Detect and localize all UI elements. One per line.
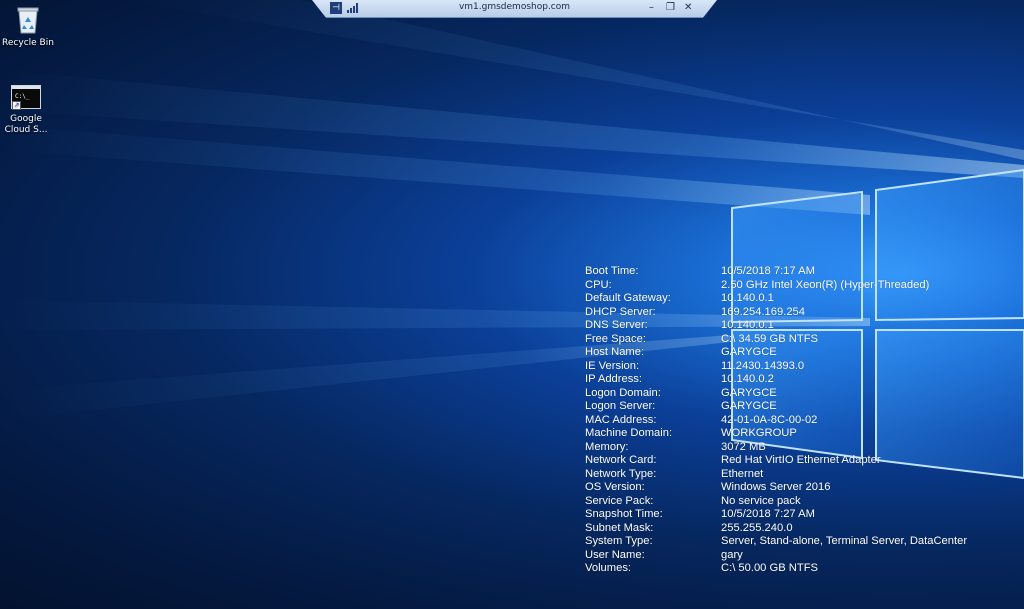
bginfo-label: System Type: <box>585 535 653 547</box>
bginfo-value: gary <box>721 548 743 561</box>
bginfo-value: GARYGCE <box>721 386 777 399</box>
bginfo-row: DHCP Server: 169.254.169.254 <box>585 306 967 320</box>
bginfo-value: 10/5/2018 7:27 AM <box>721 508 815 520</box>
bginfo-value: 10/5/2018 7:17 AM <box>721 265 815 277</box>
bginfo-value: 11.2430.14393.0 <box>721 359 805 372</box>
bginfo-label: Memory: <box>585 440 629 453</box>
recycle-bin-icon <box>16 6 40 34</box>
restore-button[interactable]: ❐ <box>666 1 675 15</box>
bginfo-value: 10.140.0.1 <box>721 292 774 304</box>
bginfo-label: Snapshot Time: <box>585 508 663 520</box>
bginfo-label: IP Address: <box>585 373 643 385</box>
bginfo-label: User Name: <box>585 548 645 561</box>
bginfo-row: Volumes: C:\ 50.00 GB NTFS <box>585 562 967 576</box>
bginfo-value: Ethernet <box>721 467 764 480</box>
bginfo-row: DNS Server: 10.140.0.1 <box>585 319 967 333</box>
bginfo-value: 3072 MB <box>721 440 766 453</box>
minimize-button[interactable]: – <box>649 1 654 15</box>
desktop-icon-recycle-bin[interactable]: Recycle Bin <box>0 6 58 49</box>
desktop-icon-label: Google Cloud S... <box>4 114 48 135</box>
bginfo-label: Logon Server: <box>585 400 656 412</box>
bginfo-label: IE Version: <box>585 359 640 372</box>
bginfo-row: CPU: 2.50 GHz Intel Xeon(R) (Hyper-Thread… <box>585 279 967 293</box>
bginfo-row: Default Gateway: 10.140.0.1 <box>585 292 967 306</box>
bginfo-row: IP Address: 10.140.0.2 <box>585 373 967 387</box>
desktop-icon-label: Recycle Bin <box>2 38 54 48</box>
bginfo-row: System Type: Server, Stand-alone, Termina… <box>585 535 967 549</box>
bginfo-row: User Name: gary <box>585 549 967 563</box>
command-prompt-shortcut-icon: C:\_ ↗ <box>11 85 41 110</box>
bginfo-label: Boot Time: <box>585 265 639 277</box>
bginfo-value: Server, Stand-alone, Terminal Server, Da… <box>721 535 968 547</box>
bginfo-row: Host Name: GARYGCE <box>585 346 967 360</box>
bginfo-label: Network Card: <box>585 454 657 466</box>
bginfo-row: Network Type: Ethernet <box>585 468 967 482</box>
bginfo-label: Subnet Mask: <box>585 521 654 534</box>
bginfo-row: MAC Address: 42-01-0A-8C-00-02 <box>585 414 967 428</box>
bginfo-label: MAC Address: <box>585 413 657 426</box>
bginfo-value: 255.255.240.0 <box>721 521 793 534</box>
bginfo-value: 42-01-0A-8C-00-02 <box>721 413 818 426</box>
bginfo-label: Free Space: <box>585 332 646 345</box>
bginfo-label: Service Pack: <box>585 494 654 507</box>
bginfo-value: Windows Server 2016 <box>721 481 831 493</box>
bginfo-value: No service pack <box>721 494 801 507</box>
bginfo-label: Default Gateway: <box>585 292 671 304</box>
bginfo-value: Red Hat VirtIO Ethernet Adapter <box>721 454 881 466</box>
bginfo-value: GARYGCE <box>721 400 777 412</box>
bginfo-row: Network Card: Red Hat VirtIO Ethernet Ada… <box>585 454 967 468</box>
light-beam <box>0 70 1024 178</box>
bginfo-label: Machine Domain: <box>585 427 673 439</box>
bginfo-label: DHCP Server: <box>585 305 656 318</box>
bginfo-value: 169.254.169.254 <box>721 305 805 318</box>
bginfo-value: GARYGCE <box>721 346 777 358</box>
bginfo-value: C:\ 34.59 GB NTFS <box>721 332 818 345</box>
bginfo-panel: Boot Time: 10/5/2018 7:17 AM CPU: 2.50 GHz … <box>585 265 967 576</box>
desktop-icon-google-cloud-sdk[interactable]: C:\_ ↗ Google Cloud S... <box>0 85 56 136</box>
bginfo-label: OS Version: <box>585 481 645 493</box>
light-beam <box>120 0 1024 160</box>
bginfo-row: OS Version: Windows Server 2016 <box>585 481 967 495</box>
bginfo-label: Volumes: <box>585 562 632 574</box>
bginfo-label: Logon Domain: <box>585 386 661 399</box>
close-button[interactable]: ✕ <box>684 1 692 15</box>
bginfo-value: C:\ 50.00 GB NTFS <box>721 562 818 574</box>
bginfo-label: CPU: <box>585 278 612 291</box>
bginfo-label: Host Name: <box>585 346 645 358</box>
bginfo-value: 2.50 GHz Intel Xeon(R) (Hyper-Threaded) <box>721 278 930 291</box>
bginfo-value: 10.140.0.1 <box>721 319 774 331</box>
bginfo-row: Memory: 3072 MB <box>585 441 967 455</box>
bginfo-label: DNS Server: <box>585 319 648 331</box>
bginfo-row: Subnet Mask: 255.255.240.0 <box>585 522 967 536</box>
bginfo-value: 10.140.0.2 <box>721 373 774 385</box>
rdp-connection-bar[interactable]: ⊣ vm1.gmsdemoshop.com – ❐ ✕ <box>312 0 717 18</box>
bginfo-row: IE Version: 11.2430.14393.0 <box>585 360 967 374</box>
bginfo-label: Network Type: <box>585 467 657 480</box>
bginfo-row: Snapshot Time: 10/5/2018 7:27 AM <box>585 508 967 522</box>
bginfo-row: Boot Time: 10/5/2018 7:17 AM <box>585 265 967 279</box>
bginfo-value: WORKGROUP <box>721 427 797 439</box>
bginfo-row: Logon Domain: GARYGCE <box>585 387 967 401</box>
bginfo-row: Logon Server: GARYGCE <box>585 400 967 414</box>
bginfo-row: Free Space: C:\ 34.59 GB NTFS <box>585 333 967 347</box>
shortcut-arrow-icon: ↗ <box>12 101 21 110</box>
bginfo-row: Machine Domain: WORKGROUP <box>585 427 967 441</box>
rdp-title: vm1.gmsdemoshop.com <box>458 2 571 12</box>
bginfo-row: Service Pack: No service pack <box>585 495 967 509</box>
light-beam <box>0 125 870 215</box>
